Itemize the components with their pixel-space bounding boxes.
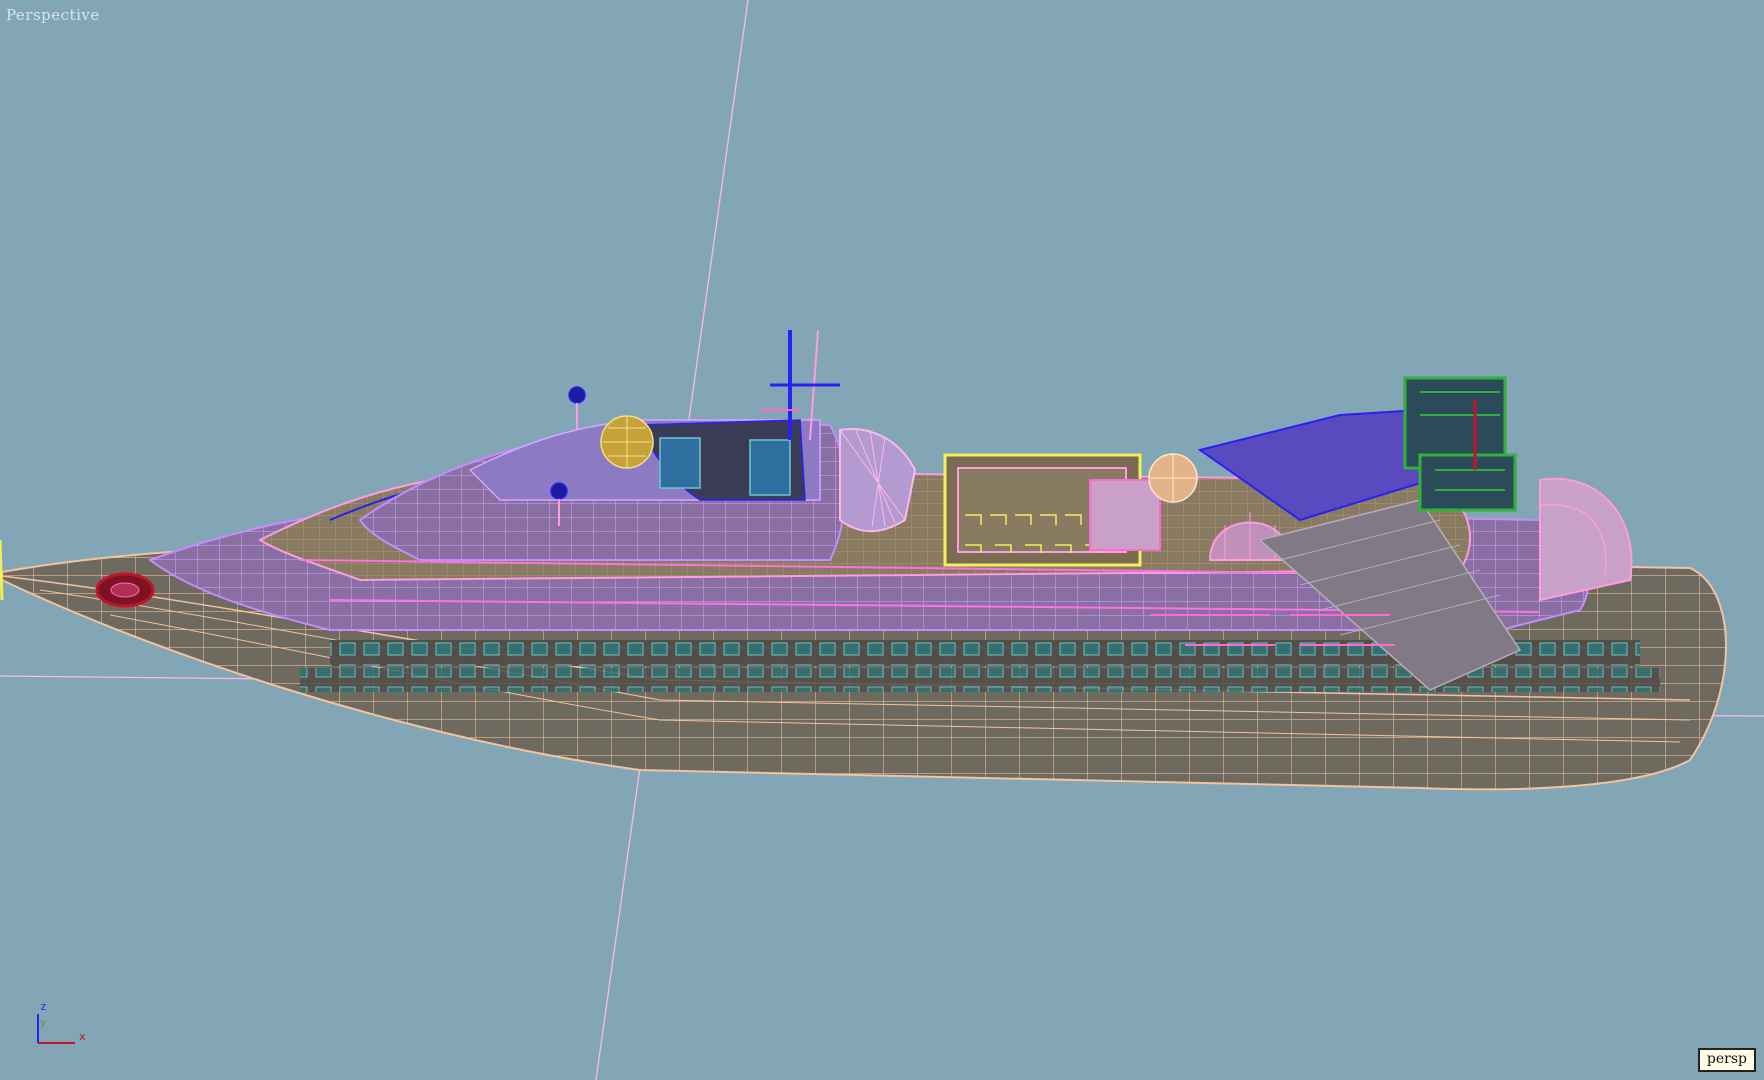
ship-wireframe[interactable] xyxy=(0,329,1727,791)
viewport-perspective[interactable]: Perspective x y z persp xyxy=(0,0,1764,1080)
beacon-1 xyxy=(568,386,586,404)
axis-gizmo-z-label: z xyxy=(40,1000,47,1013)
axis-gizmo-y-label: y xyxy=(40,1016,47,1029)
view-type-badge[interactable]: persp xyxy=(1697,1048,1756,1072)
green-tower xyxy=(1403,376,1517,512)
beacon-2 xyxy=(550,482,568,500)
axis-gizmo-x-label: x xyxy=(79,1030,86,1043)
scene-canvas[interactable]: x y z xyxy=(0,0,1764,1080)
pavilion-a xyxy=(1089,479,1161,551)
aft-terrace xyxy=(1539,477,1633,602)
axis-gizmo: x y z xyxy=(37,1000,86,1044)
